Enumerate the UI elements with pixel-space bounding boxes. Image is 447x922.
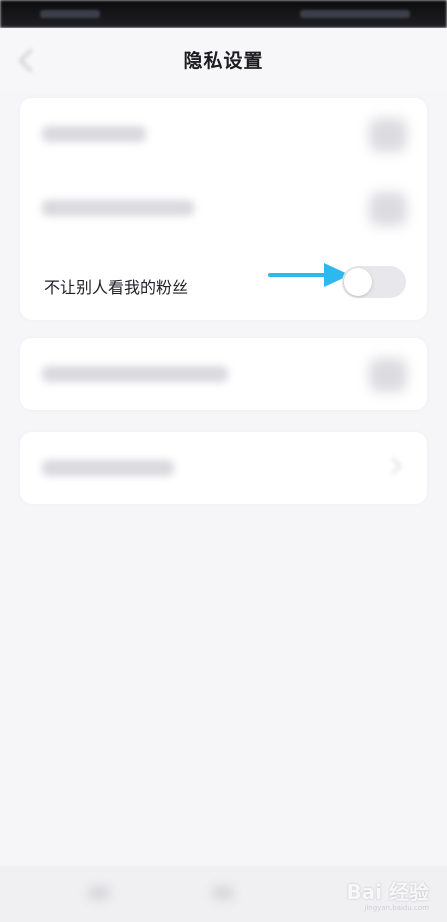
settings-row-blurred-1[interactable] bbox=[20, 98, 427, 172]
hide-fans-label: 不让别人看我的粉丝 bbox=[44, 278, 189, 297]
settings-card-2 bbox=[20, 338, 427, 410]
watermark-url: jingyan.baidu.com bbox=[364, 904, 429, 912]
settings-card-main: 不让别人看我的粉丝 bbox=[20, 98, 427, 320]
chevron-right-icon bbox=[384, 457, 402, 475]
toggle-knob bbox=[344, 268, 372, 296]
privacy-settings-screen: 隐私设置 不让别人看我的粉丝 Bai 经验 jingyan.baidu.com bbox=[0, 0, 447, 922]
annotation-arrow-icon bbox=[268, 263, 350, 287]
settings-row-blurred-2[interactable] bbox=[20, 172, 427, 246]
blurred-label bbox=[42, 366, 228, 382]
settings-row-blurred-4[interactable] bbox=[20, 432, 427, 504]
nav-home-icon[interactable] bbox=[212, 886, 234, 900]
blurred-label bbox=[42, 126, 146, 142]
toggle-switch[interactable] bbox=[369, 118, 407, 152]
bottom-nav-bar: Bai 经验 jingyan.baidu.com bbox=[0, 866, 447, 922]
settings-row-hide-fans[interactable]: 不让别人看我的粉丝 bbox=[20, 246, 427, 320]
page-title: 隐私设置 bbox=[183, 50, 264, 72]
nav-menu-icon[interactable] bbox=[88, 886, 110, 900]
hide-fans-toggle[interactable] bbox=[342, 266, 406, 298]
blurred-label bbox=[42, 200, 194, 216]
settings-row-blurred-3[interactable] bbox=[20, 338, 427, 410]
header: 隐私设置 bbox=[0, 28, 447, 94]
settings-card-3 bbox=[20, 432, 427, 504]
toggle-switch[interactable] bbox=[369, 358, 407, 392]
blurred-label bbox=[42, 460, 174, 476]
status-bar bbox=[0, 0, 447, 28]
toggle-switch[interactable] bbox=[369, 192, 407, 226]
watermark: Bai 经验 bbox=[346, 880, 429, 904]
